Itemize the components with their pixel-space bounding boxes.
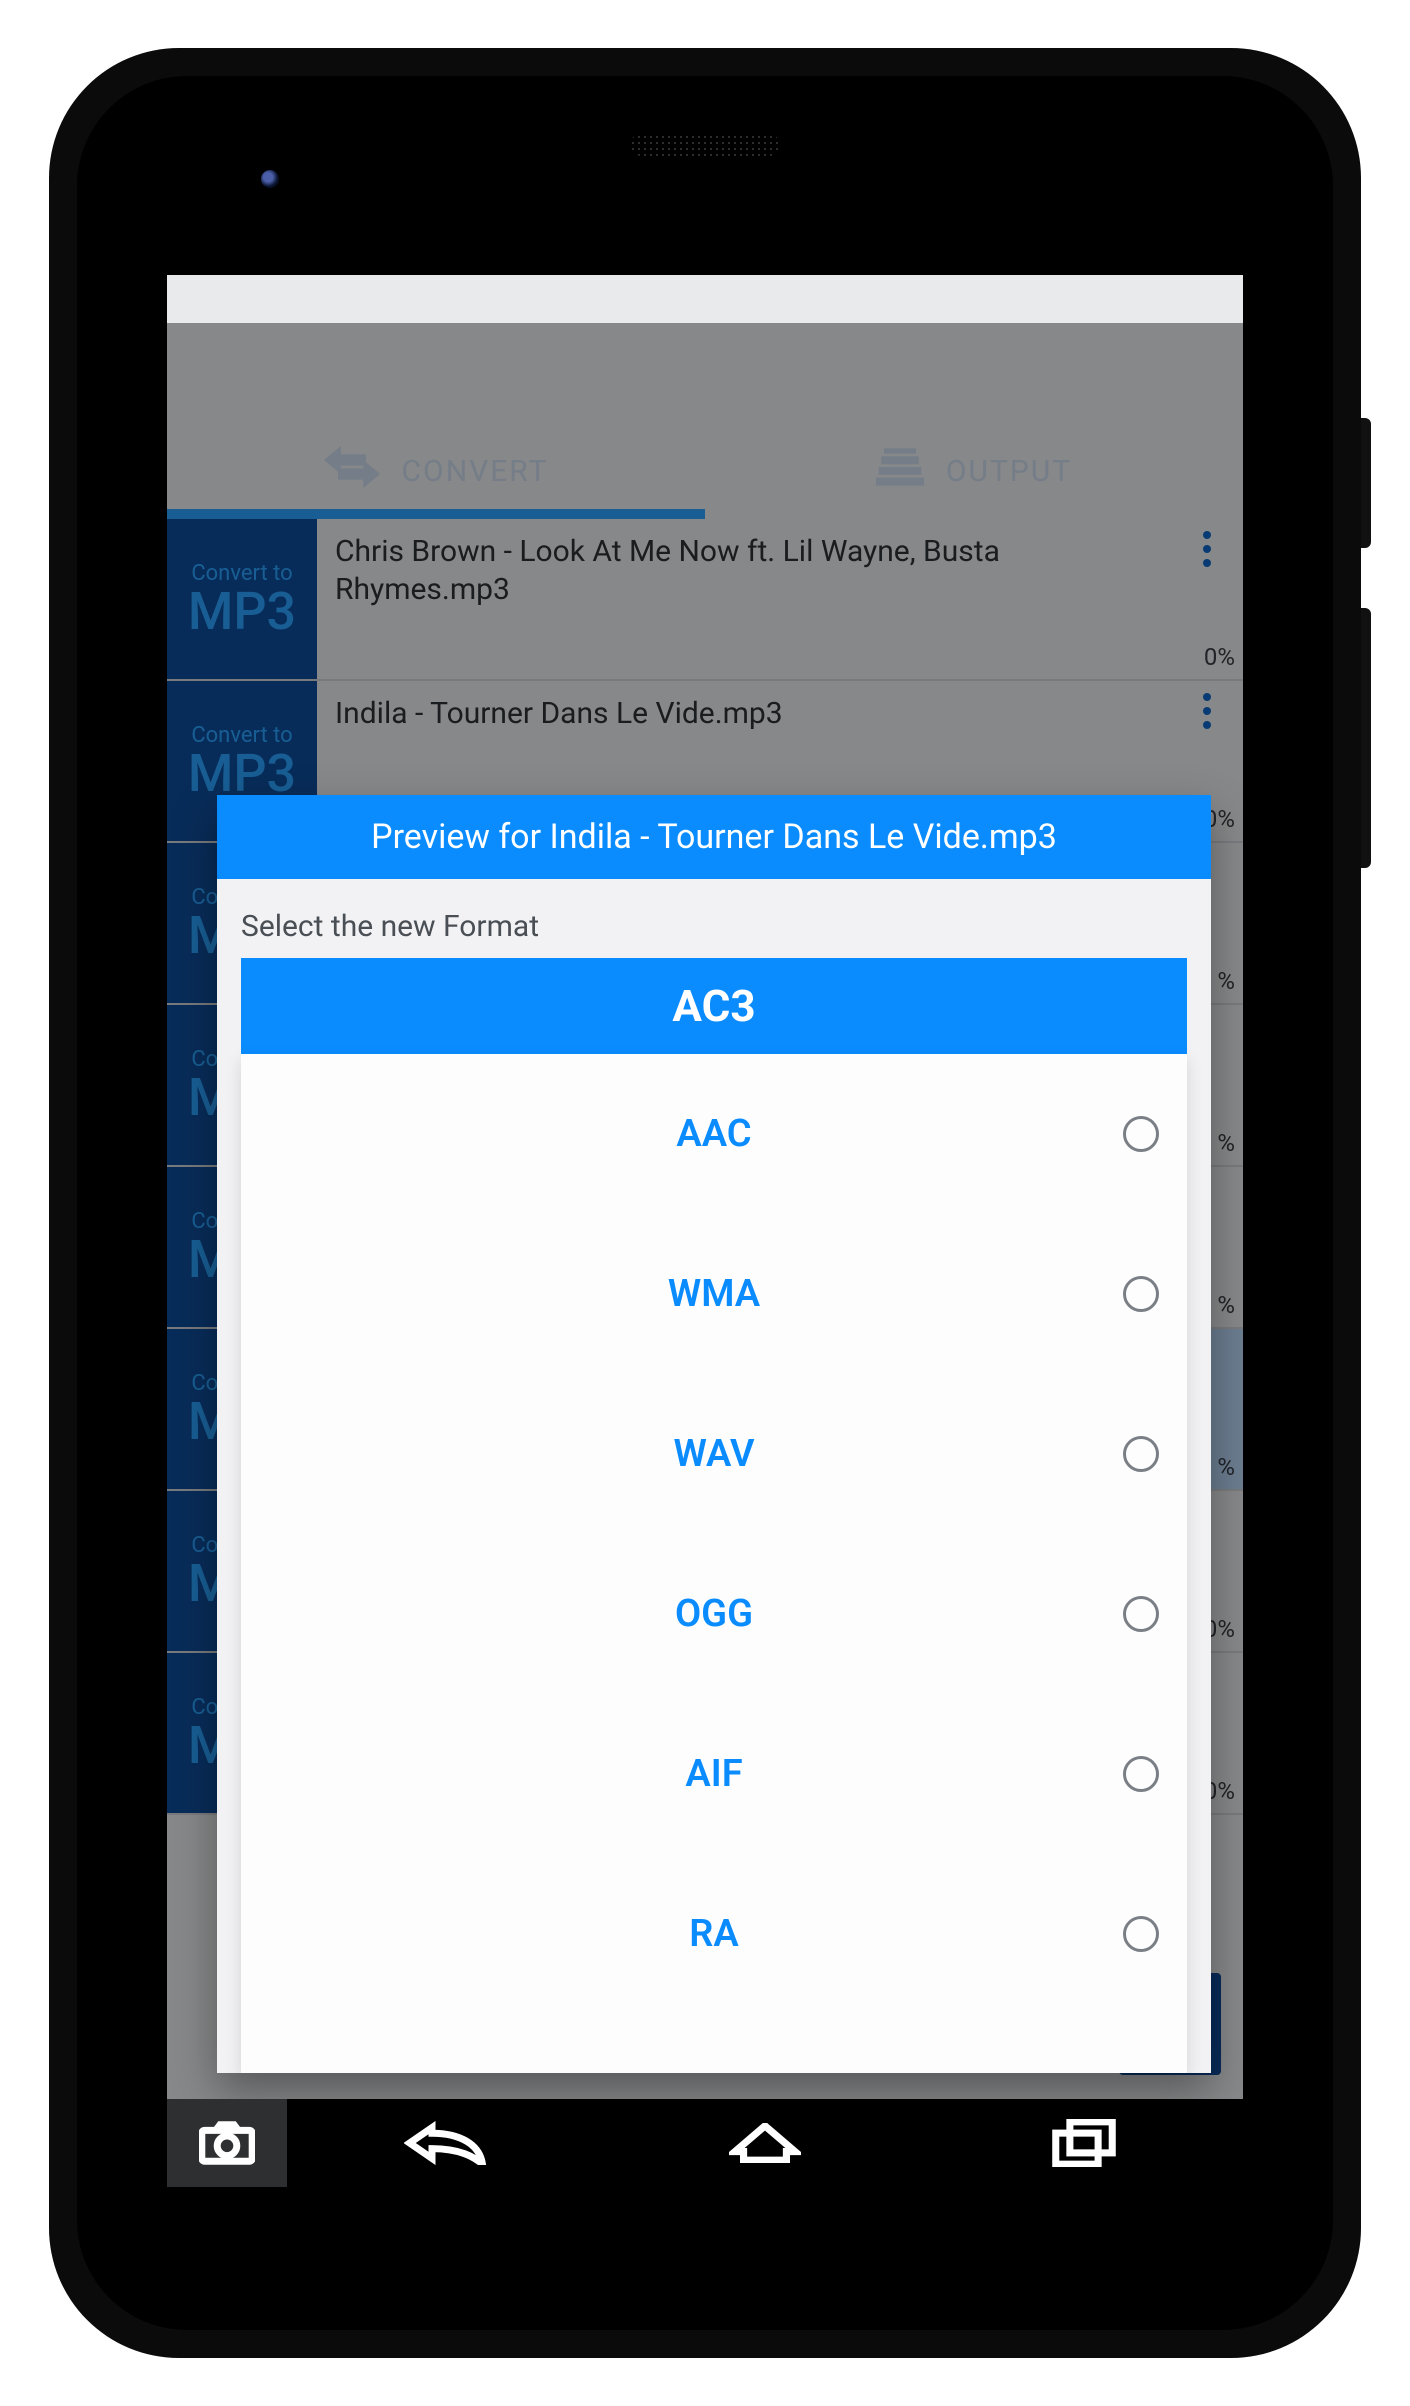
home-button[interactable] [606,2123,925,2163]
earpiece [630,134,780,156]
dialog-subtitle: Select the new Format [217,879,1211,958]
format-option-aac[interactable]: AAC [241,1054,1187,1214]
back-button[interactable] [287,2121,606,2165]
option-label: WMA [668,1272,760,1316]
selected-format[interactable]: AC3 [241,958,1187,1054]
navigation-bar [167,2099,1243,2187]
format-dialog: Preview for Indila - Tourner Dans Le Vid… [217,795,1211,2073]
radio-icon [1123,1596,1159,1632]
format-option-wma[interactable]: WMA [241,1214,1187,1374]
dialog-title: Preview for Indila - Tourner Dans Le Vid… [217,795,1211,879]
screen: 06:41 Audiator Converter [167,275,1243,2187]
radio-icon [1123,1276,1159,1312]
option-label: AAC [676,1112,751,1156]
option-label: WAV [673,1432,754,1476]
option-label: RA [689,1912,739,1956]
camera-shortcut[interactable] [167,2099,287,2187]
volume-rocker [1361,608,1371,868]
format-option-ogg[interactable]: OGG [241,1534,1187,1694]
radio-icon [1123,1756,1159,1792]
radio-icon [1123,1916,1159,1952]
format-option-aif[interactable]: AIF [241,1694,1187,1854]
format-option-wav[interactable]: WAV [241,1374,1187,1534]
power-button [1361,418,1371,548]
format-options: AAC WMA WAV OGG [241,1054,1187,2073]
option-label: AIF [685,1752,742,1796]
radio-icon [1123,1436,1159,1472]
format-option-ra[interactable]: RA [241,1854,1187,2014]
recents-button[interactable] [924,2119,1243,2167]
front-camera [261,170,279,188]
option-label: OGG [675,1592,753,1636]
radio-icon [1123,1116,1159,1152]
